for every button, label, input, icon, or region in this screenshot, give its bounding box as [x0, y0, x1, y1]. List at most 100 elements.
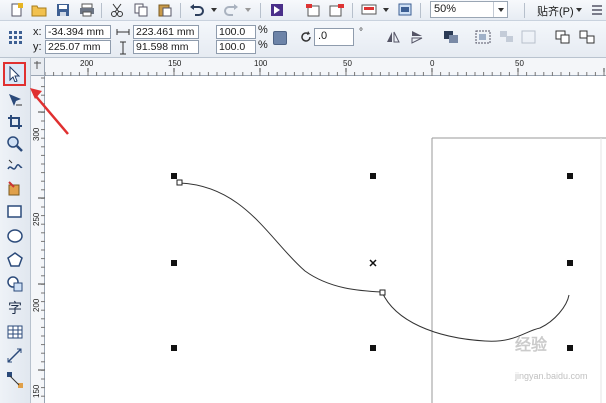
mirror-horizontal-icon[interactable]	[384, 29, 402, 45]
text-tool-icon: 字	[8, 301, 22, 317]
redo-icon[interactable]	[222, 2, 240, 18]
polygon-icon	[7, 252, 23, 267]
redo-dropdown-icon[interactable]	[239, 2, 257, 18]
selection-center-marker	[369, 259, 377, 267]
launcher-dropdown-icon[interactable]	[377, 2, 395, 18]
table-tool-button[interactable]	[5, 322, 25, 342]
ruler-label-250: 250	[32, 212, 41, 226]
rotation-icon	[297, 29, 315, 45]
height-field[interactable]: 91.598 mm	[133, 40, 199, 54]
table-icon	[7, 325, 23, 339]
zoom-tool-button[interactable]	[5, 134, 25, 154]
selection-handle-top-right	[567, 173, 573, 179]
scale-height-field[interactable]: 100.0	[216, 40, 256, 54]
shape-tool-icon	[9, 94, 22, 106]
selection-handle-bottom-right	[567, 345, 573, 351]
application-launcher-icon[interactable]	[360, 2, 378, 18]
snap-to-menu[interactable]: 贴齐(P)	[537, 3, 574, 19]
zoom-level-value: 50%	[434, 3, 457, 15]
ruler-label-50-left: 50	[343, 59, 352, 68]
break-apart-icon[interactable]	[578, 29, 596, 45]
ellipse-icon	[7, 229, 23, 243]
x-position-field[interactable]: -34.394 mm	[45, 25, 111, 39]
combine-icon[interactable]	[554, 29, 572, 45]
scale-width-percent: %	[258, 24, 268, 36]
selection-handle-bottom-center	[370, 345, 376, 351]
ruler-label-200-vertical: 200	[32, 298, 41, 312]
object-origin-icon[interactable]	[6, 29, 24, 45]
ruler-label-200: 200	[80, 59, 94, 68]
scale-width-field[interactable]: 100.0	[216, 25, 256, 39]
pointer-arrow-icon	[9, 66, 20, 82]
cut-icon[interactable]	[108, 2, 126, 18]
export-icon[interactable]	[328, 2, 346, 18]
shape-tool-button[interactable]	[5, 90, 25, 110]
ruler-origin-corner[interactable]	[31, 58, 45, 76]
ruler-label-50-right: 50	[515, 59, 524, 68]
lock-ratio-icon[interactable]	[273, 31, 287, 45]
selection-handle-middle-right	[567, 260, 573, 266]
search-content-icon[interactable]	[268, 2, 286, 18]
ruler-label-300: 300	[32, 127, 41, 141]
width-icon	[114, 24, 132, 40]
selection-handle-top-left	[171, 173, 177, 179]
ellipse-tool-button[interactable]	[5, 226, 25, 246]
freehand-tool-button[interactable]	[5, 156, 25, 176]
curve-start-node	[176, 179, 183, 186]
drawing-canvas[interactable]: 经验 jingyan.baidu.com	[45, 76, 606, 403]
degree-sign: °	[359, 27, 363, 38]
zoom-dropdown-icon[interactable]	[493, 2, 507, 17]
ruler-label-0: 0	[430, 59, 435, 68]
page-border	[431, 137, 606, 403]
height-icon	[114, 40, 132, 56]
arrange-icon[interactable]	[442, 29, 460, 45]
x-label: x:	[33, 26, 42, 38]
horizontal-ruler[interactable]: 200 150 100 50 0 50	[31, 58, 606, 76]
width-field[interactable]: 223.461 mm	[133, 25, 199, 39]
smart-fill-icon	[8, 181, 20, 196]
crop-tool-button[interactable]	[5, 112, 25, 132]
standard-toolbar: 50% 贴齐(P)	[0, 0, 606, 21]
ungroup-icon[interactable]	[498, 29, 516, 45]
options-icon[interactable]	[588, 2, 606, 18]
connector-tool-button[interactable]	[5, 370, 25, 390]
basic-shapes-tool-button[interactable]	[5, 274, 25, 294]
undo-dropdown-icon[interactable]	[205, 2, 223, 18]
selection-handle-bottom-left	[171, 345, 177, 351]
pick-tool-button[interactable]	[3, 62, 26, 86]
save-icon[interactable]	[54, 2, 72, 18]
watermark-url: jingyan.baidu.com	[515, 371, 588, 381]
import-icon[interactable]	[304, 2, 322, 18]
ruler-label-100: 100	[254, 59, 268, 68]
y-position-field[interactable]: 225.07 mm	[45, 40, 111, 54]
snap-dropdown-icon[interactable]	[575, 5, 583, 17]
zoom-level-select[interactable]: 50%	[430, 1, 508, 18]
polygon-tool-button[interactable]	[5, 250, 25, 270]
paste-icon[interactable]	[156, 2, 174, 18]
print-icon[interactable]	[78, 2, 96, 18]
ruler-label-150-vertical: 150	[32, 384, 41, 398]
ruler-label-150: 150	[168, 59, 182, 68]
rectangle-tool-button[interactable]	[5, 202, 25, 222]
scale-height-percent: %	[258, 39, 268, 51]
open-folder-icon[interactable]	[30, 2, 48, 18]
dimension-icon	[7, 348, 22, 363]
new-document-icon[interactable]	[8, 2, 26, 18]
dimension-tool-button[interactable]	[5, 346, 25, 366]
text-tool-button[interactable]: 字	[5, 298, 25, 318]
rectangle-icon	[7, 205, 22, 218]
smart-fill-tool-button[interactable]	[5, 178, 25, 198]
mirror-vertical-icon[interactable]	[408, 29, 426, 45]
welcome-screen-icon[interactable]	[396, 2, 414, 18]
ungroup-all-icon[interactable]	[520, 29, 538, 45]
vertical-ruler[interactable]: 300 250 200 150	[31, 76, 45, 403]
freehand-icon	[7, 159, 23, 170]
connector-icon	[7, 372, 23, 388]
curve-middle-node	[379, 289, 386, 296]
selection-handle-top-center	[370, 173, 376, 179]
crop-tool-icon	[8, 115, 22, 129]
rotation-angle-field[interactable]: .0	[314, 28, 354, 46]
group-icon[interactable]	[474, 29, 492, 45]
copy-icon[interactable]	[132, 2, 150, 18]
undo-icon[interactable]	[188, 2, 206, 18]
